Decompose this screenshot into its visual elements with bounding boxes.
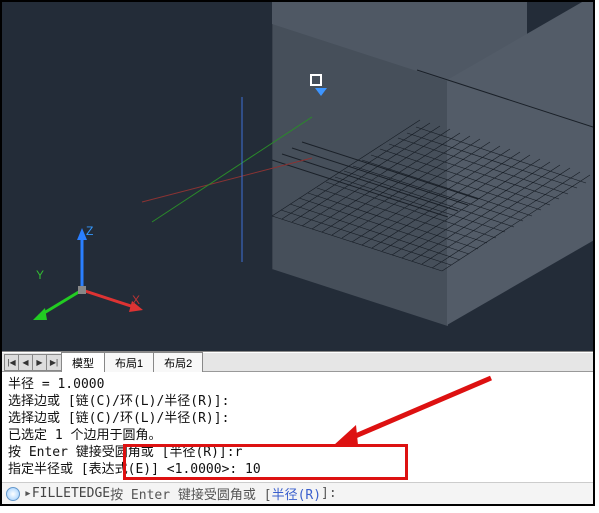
cmd-line: 选择边或 [链(C)/环(L)/半径(R)]: — [8, 393, 587, 410]
pick-box — [310, 74, 322, 86]
cmd-line: 指定半径或 [表达式(E)] <1.0000>: 10 — [8, 461, 587, 478]
tab-model[interactable]: 模型 — [61, 352, 105, 372]
cmd-line: 半径 = 1.0000 — [8, 376, 587, 393]
cmd-balloon-icon — [6, 487, 20, 501]
pick-triangle-icon — [315, 88, 327, 96]
cmd-option-radius[interactable]: 半径(R) — [272, 484, 321, 503]
tab-layout2[interactable]: 布局2 — [153, 352, 203, 372]
cmd-name: FILLETEDGE — [32, 486, 110, 501]
cmd-line: 按 Enter 键接受圆角或 [半径(R)]:r — [8, 444, 587, 461]
viewport-3d[interactable]: X Y Z — [2, 2, 593, 352]
tab-next-button[interactable]: ▶ — [33, 355, 47, 370]
cmd-prompt-post: ]: — [321, 486, 337, 501]
cmd-prompt-pre: 按 Enter 键接受圆角或 [ — [110, 484, 271, 503]
tab-last-button[interactable]: ▶| — [47, 355, 61, 370]
command-history[interactable]: 半径 = 1.0000 选择边或 [链(C)/环(L)/半径(R)]: 选择边或… — [2, 372, 593, 482]
crosshair-axes — [182, 102, 362, 285]
tab-first-button[interactable]: |◀ — [5, 355, 19, 370]
tab-layout1[interactable]: 布局1 — [104, 352, 154, 372]
cmd-line: 选择边或 [链(C)/环(L)/半径(R)]: — [8, 410, 587, 427]
tab-nav-buttons: |◀ ◀ ▶ ▶| — [4, 354, 62, 371]
command-input-bar[interactable]: ▸ FILLETEDGE 按 Enter 键接受圆角或 [ 半径(R) ]: — [2, 482, 593, 504]
ucs-y-label: Y — [36, 268, 44, 282]
ucs-icon[interactable]: X Y Z — [37, 232, 157, 330]
tab-prev-button[interactable]: ◀ — [19, 355, 33, 370]
ucs-z-label: Z — [86, 224, 93, 238]
cmd-chevron-icon: ▸ — [24, 486, 32, 501]
ucs-x-label: X — [132, 293, 140, 307]
layout-tabs-bar: |◀ ◀ ▶ ▶| 模型 布局1 布局2 — [2, 352, 593, 372]
cmd-line: 已选定 1 个边用于圆角。 — [8, 427, 587, 444]
